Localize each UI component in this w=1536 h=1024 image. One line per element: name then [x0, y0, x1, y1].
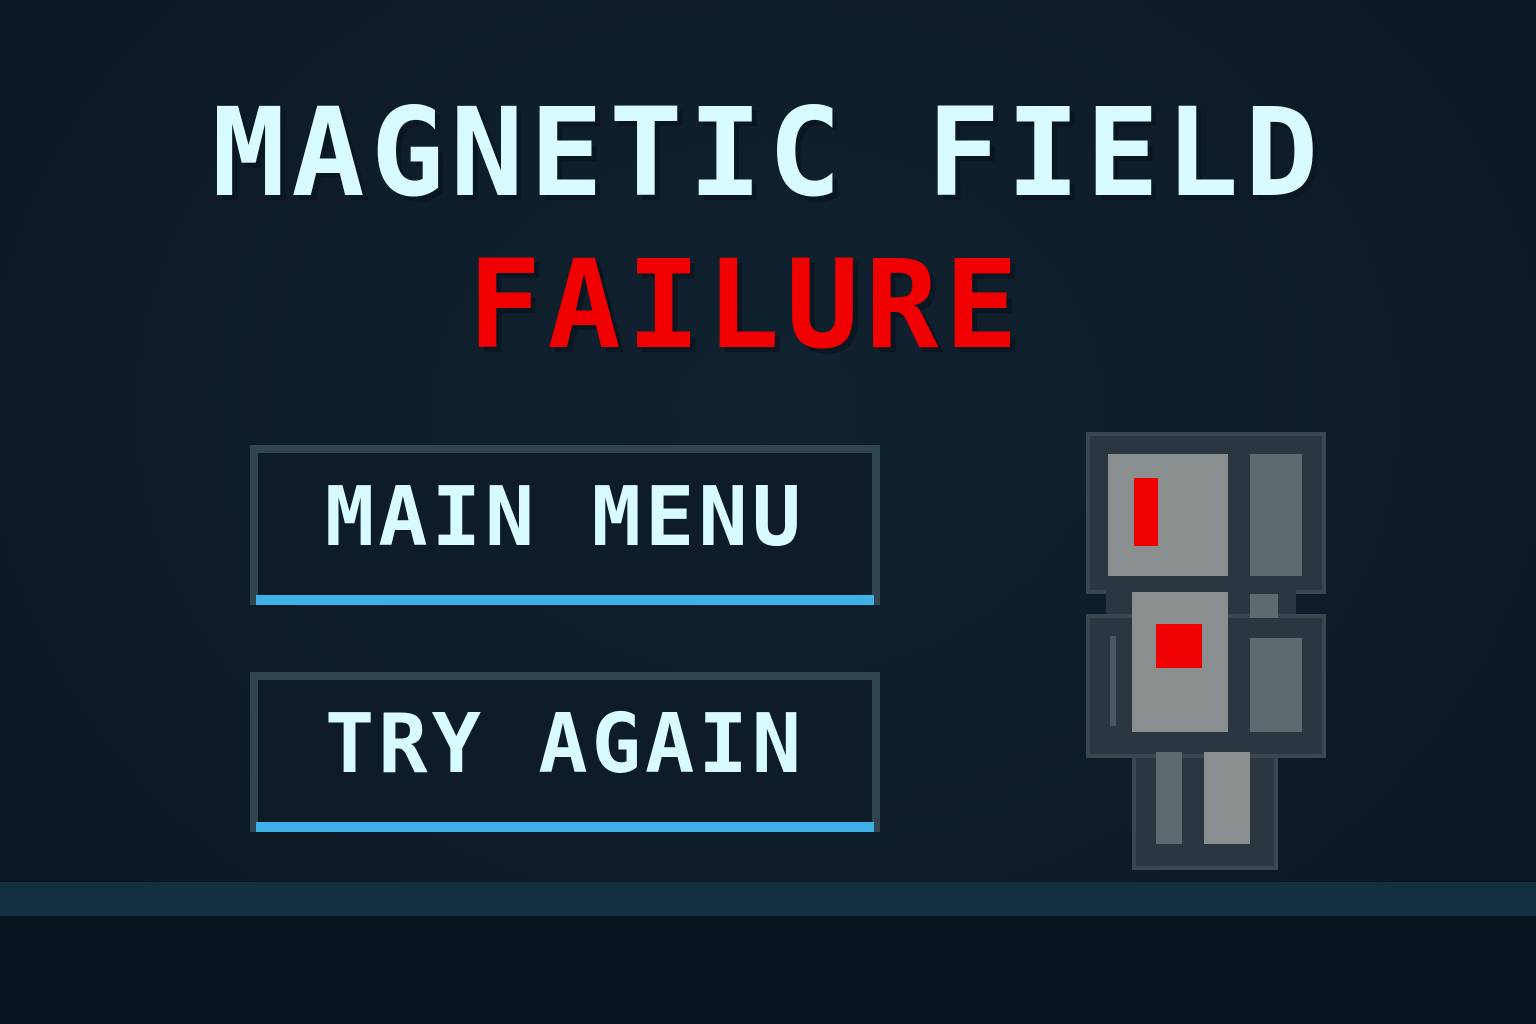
main-menu-label: MAIN MENU [324, 470, 806, 565]
robot-body-side-panel [1250, 638, 1302, 732]
title-magnetic-field: MAGNETIC FIELD [211, 82, 1325, 224]
floor [0, 882, 1536, 916]
robot-head-side-panel [1250, 454, 1302, 576]
title-failure: FAILURE [467, 234, 1025, 376]
main-menu-button[interactable]: MAIN MENU [250, 445, 880, 605]
try-again-label: TRY AGAIN [324, 697, 806, 792]
try-again-button[interactable]: TRY AGAIN [250, 672, 880, 832]
robot-left-leg [1156, 752, 1182, 844]
broken-robot-icon [1086, 432, 1326, 870]
game-over-screen: MAGNETIC FIELD FAILURE MAIN MENU TRY AGA… [0, 0, 1536, 1024]
robot-left-edge [1110, 636, 1116, 726]
robot-body-indicator [1156, 624, 1202, 668]
robot-head-panel [1108, 454, 1228, 576]
robot-body-side-small [1250, 594, 1278, 618]
robot-head-indicator [1134, 478, 1158, 546]
floor-shadow [0, 916, 1536, 1024]
robot-right-leg [1204, 752, 1250, 844]
